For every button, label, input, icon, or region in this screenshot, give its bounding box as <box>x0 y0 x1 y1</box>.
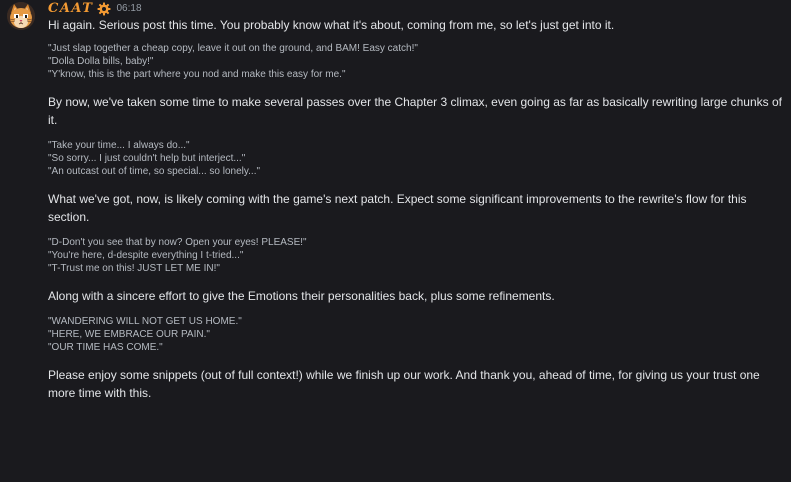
message-header: CAAT 06:18 <box>48 0 142 16</box>
message-paragraph: Hi again. Serious post this time. You pr… <box>48 18 615 32</box>
quote-block: "D-Don't you see that by now? Open your … <box>48 236 783 275</box>
quote-line: "An outcast out of time, so special... s… <box>48 166 261 177</box>
quote-line: "Y'know, this is the part where you nod … <box>48 69 346 80</box>
cat-face-avatar-icon <box>7 2 35 30</box>
message-paragraph: By now, we've taken some time to make se… <box>48 95 782 127</box>
message-paragraph: Along with a sincere effort to give the … <box>48 289 555 303</box>
gear-icon[interactable] <box>97 1 111 16</box>
quote-line: "Just slap together a cheap copy, leave … <box>48 43 418 54</box>
message-paragraph: What we've got, now, is likely coming wi… <box>48 192 747 224</box>
quote-line: "You're here, d-despite everything I t-t… <box>48 250 244 261</box>
message-paragraph: Please enjoy some snippets (out of full … <box>48 368 760 400</box>
quote-line: "Take your time... I always do..." <box>48 140 190 151</box>
quote-line: "Dolla Dolla bills, baby!" <box>48 56 154 67</box>
quote-block: "Just slap together a cheap copy, leave … <box>48 42 783 81</box>
quote-line: "OUR TIME HAS COME." <box>48 342 163 353</box>
quote-line: "HERE, WE EMBRACE OUR PAIN." <box>48 329 210 340</box>
chat-message: CAAT 06:18 Hi again. Serious post this t… <box>0 0 791 482</box>
quote-line: "T-Trust me on this! JUST LET ME IN!" <box>48 263 220 274</box>
quote-line: "So sorry... I just couldn't help but in… <box>48 153 246 164</box>
quote-block: "Take your time... I always do..." "So s… <box>48 139 783 178</box>
quote-line: "D-Don't you see that by now? Open your … <box>48 237 307 248</box>
message-content: Hi again. Serious post this time. You pr… <box>48 16 783 402</box>
username[interactable]: CAAT <box>48 1 93 16</box>
quote-block: "WANDERING WILL NOT GET US HOME." "HERE,… <box>48 315 783 354</box>
quote-line: "WANDERING WILL NOT GET US HOME." <box>48 316 242 327</box>
message-timestamp[interactable]: 06:18 <box>116 3 141 14</box>
user-avatar[interactable] <box>7 2 35 30</box>
